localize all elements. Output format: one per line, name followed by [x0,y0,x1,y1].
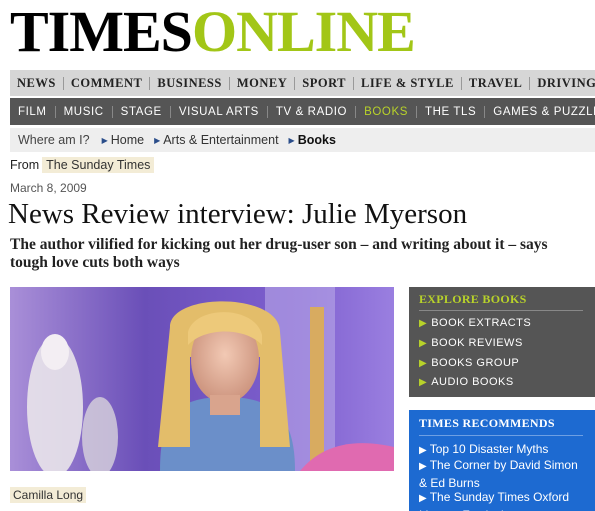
chevron-right-icon: ▶ [419,461,427,472]
chevron-right-icon: ▶ [419,493,427,504]
explore-title: EXPLORE BOOKS [419,292,527,306]
nav-travel[interactable]: TRAVEL [462,76,531,90]
primary-nav: NEWS COMMENT BUSINESS MONEY SPORT LIFE &… [10,70,595,96]
explore-link-label: BOOK EXTRACTS [431,317,532,329]
explore-link-label: BOOKS GROUP [431,357,520,369]
breadcrumb-home[interactable]: Home [111,133,144,147]
nav-money[interactable]: MONEY [230,76,296,90]
portrait-illustration [10,287,394,471]
chevron-right-icon: ▶ [419,377,428,388]
article-source: From The Sunday Times [10,157,155,173]
chevron-right-icon: ▶ [419,318,428,329]
article-byline[interactable]: Camilla Long [10,487,87,503]
chevron-right-icon: ▶ [154,135,161,145]
explore-link-books-group[interactable]: ▶ BOOKS GROUP [419,357,519,369]
nav-comment[interactable]: COMMENT [64,76,151,90]
explore-divider [419,310,583,311]
recommends-title: TIMES RECOMMENDS [419,416,555,430]
chevron-right-icon: ▶ [419,358,428,369]
chevron-right-icon: ▶ [419,445,427,456]
explore-books-box: EXPLORE BOOKS ▶ BOOK EXTRACTS ▶ BOOK REVIE… [409,287,595,397]
recommends-divider [419,435,583,436]
chevron-right-icon: ▶ [288,135,295,145]
chevron-right-icon: ▶ [419,338,428,349]
subnav-games-puzzles[interactable]: GAMES & PUZZLES [485,106,595,118]
explore-link-label: AUDIO BOOKS [431,376,514,388]
article-photo [10,287,394,471]
explore-link-book-extracts[interactable]: ▶ BOOK EXTRACTS [419,317,531,329]
subnav-film[interactable]: FILM [10,105,56,118]
article-date: March 8, 2009 [10,181,87,195]
times-recommends-box: TIMES RECOMMENDS ▶ Top 10 Disaster Myths … [409,410,595,511]
explore-link-label: BOOK REVIEWS [431,337,523,349]
subnav-music[interactable]: MUSIC [56,105,113,118]
chevron-right-icon: ▶ [101,135,108,145]
recommend-link-the-corner[interactable]: ▶ The Corner by David Simon & Ed Burns [419,457,589,491]
nav-news[interactable]: NEWS [10,76,64,90]
nav-sport[interactable]: SPORT [295,76,355,90]
explore-link-book-reviews[interactable]: ▶ BOOK REVIEWS [419,337,523,349]
secondary-nav: FILM MUSIC STAGE VISUAL ARTS TV & RADIO … [10,98,595,125]
nav-business[interactable]: BUSINESS [150,76,230,90]
breadcrumb: Where am I? ▶ Home ▶ Arts & Entertainmen… [10,128,595,152]
site-logo[interactable]: TIMESONLINE [10,3,416,61]
recommend-link-oxford-festival[interactable]: ▶The Sunday Times Oxford Literary Festiv… [419,489,589,511]
logo-times: TIMES [10,0,193,64]
nav-life-style[interactable]: LIFE & STYLE [354,76,462,90]
explore-link-audio-books[interactable]: ▶ AUDIO BOOKS [419,376,514,388]
subnav-tv-radio[interactable]: TV & RADIO [268,105,357,118]
breadcrumb-lead: Where am I? [18,133,90,147]
subnav-the-tls[interactable]: THE TLS [417,105,486,118]
subnav-books[interactable]: BOOKS [356,105,418,118]
logo-online: ONLINE [191,0,416,64]
article-headline: News Review interview: Julie Myerson [8,198,468,230]
recommend-link-label: The Corner by David Simon & Ed Burns [419,458,578,490]
source-link[interactable]: The Sunday Times [42,157,155,173]
subnav-visual-arts[interactable]: VISUAL ARTS [171,105,268,118]
recommend-link-label: Top 10 Disaster Myths [429,442,549,456]
nav-driving[interactable]: DRIVING [530,76,595,90]
recommend-link-label: The Sunday Times Oxford Literary Festiva… [419,490,570,511]
breadcrumb-books[interactable]: Books [298,133,336,147]
article-standfirst: The author vilified for kicking out her … [10,236,548,271]
breadcrumb-arts[interactable]: Arts & Entertainment [163,133,278,147]
subnav-stage[interactable]: STAGE [113,105,171,118]
from-label: From [10,158,40,172]
